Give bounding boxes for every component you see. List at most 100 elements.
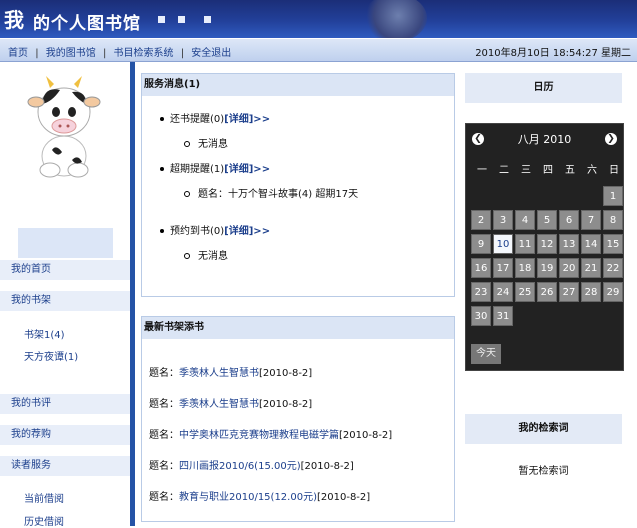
nav-separator: | <box>35 48 39 59</box>
calendar-day[interactable]: 22 <box>603 258 623 278</box>
calendar-day[interactable]: 23 <box>471 282 491 302</box>
message-label: 超期提醒(1) <box>170 164 225 175</box>
nav-separator: | <box>180 48 185 59</box>
header-title-char: 我 <box>4 8 24 32</box>
site-header: 我 的个人图书馆 <box>0 0 637 38</box>
message-group: 预约到书(0)[详细]>> <box>160 222 270 237</box>
calendar-day[interactable]: 30 <box>471 306 491 326</box>
calendar-day[interactable]: 11 <box>515 234 535 254</box>
service-messages-panel: 服务消息(1) 还书提醒(0)[详细]>> 无消息 超期提醒(1)[详细]>> … <box>141 73 455 297</box>
detail-link[interactable]: [详细]>> <box>224 226 270 237</box>
calendar-day[interactable]: 16 <box>471 258 491 278</box>
message-label: 还书提醒(0) <box>170 114 225 125</box>
new-books-panel: 最新书架添书 题名：季羡林人生智慧书[2010-8-2] 题名：季羡林人生智慧书… <box>141 316 455 522</box>
message-group: 超期提醒(1)[详细]>> <box>160 160 270 175</box>
search-terms-empty: 暂无检索词 <box>518 466 569 477</box>
sidebar-subitem-current-loans[interactable]: 当前借阅 <box>24 490 64 505</box>
calendar-day[interactable]: 17 <box>493 258 513 278</box>
book-link[interactable]: 中学奥林匹克竞赛物理教程电磁学篇 <box>179 430 339 441</box>
sidebar-item-home[interactable]: 我的首页 <box>0 260 130 280</box>
bullet-icon <box>160 229 164 233</box>
book-link[interactable]: 教育与职业2010/15(12.00元) <box>179 492 317 503</box>
book-date: [2010-8-2] <box>259 399 313 410</box>
calendar-day[interactable]: 29 <box>603 282 623 302</box>
message-sub: 题名：十万个智斗故事(4) 超期17天 <box>184 185 358 200</box>
message-sub-text: 无消息 <box>198 251 228 262</box>
book-prefix: 题名： <box>149 430 179 441</box>
calendar-day[interactable]: 28 <box>581 282 601 302</box>
calendar-day-today[interactable]: 10 <box>493 234 513 254</box>
message-sub-text: 无消息 <box>198 139 228 150</box>
calendar-day[interactable]: 15 <box>603 234 623 254</box>
calendar-weekday: 六 <box>587 165 597 176</box>
calendar-day[interactable]: 9 <box>471 234 491 254</box>
datetime-display: 2010年8月10日 18:54:27 星期二 <box>475 48 631 59</box>
list-item: 题名：季羡林人生智慧书[2010-8-2] <box>149 364 312 379</box>
calendar-day[interactable]: 12 <box>537 234 557 254</box>
panel-title: 最新书架添书 <box>142 317 454 339</box>
calendar-day[interactable]: 4 <box>515 210 535 230</box>
calendar-day[interactable]: 18 <box>515 258 535 278</box>
search-terms-title: 我的检索词 <box>465 414 622 444</box>
book-link[interactable]: 季羡林人生智慧书 <box>179 399 259 410</box>
message-label: 预约到书(0) <box>170 226 225 237</box>
circle-bullet-icon <box>184 253 190 259</box>
sidebar-item-reviews[interactable]: 我的书评 <box>0 394 130 414</box>
calendar-widget: ❮ 八月 2010 ❯ 一二三四五六日 1 2 3 4 5 6 7 8 9 10 11 12 13 14 1… <box>465 123 624 371</box>
nav-link-my-library[interactable]: 我的图书馆 <box>46 48 96 59</box>
book-prefix: 题名： <box>149 368 179 379</box>
nav-link-catalog-search[interactable]: 书目检索系统 <box>114 48 174 59</box>
calendar-weekday: 三 <box>521 165 531 176</box>
calendar-day[interactable]: 27 <box>559 282 579 302</box>
today-button[interactable]: 今天 <box>471 344 501 364</box>
calendar-weekday: 五 <box>565 165 575 176</box>
detail-link[interactable]: [详细]>> <box>224 164 270 175</box>
calendar-weekday: 二 <box>499 165 509 176</box>
calendar-day[interactable]: 14 <box>581 234 601 254</box>
sidebar-item-recommend[interactable]: 我的荐购 <box>0 425 130 445</box>
calendar-day[interactable]: 24 <box>493 282 513 302</box>
message-sub: 无消息 <box>184 135 228 150</box>
message-group: 还书提醒(0)[详细]>> <box>160 110 270 125</box>
calendar-day[interactable]: 5 <box>537 210 557 230</box>
calendar-day[interactable]: 7 <box>581 210 601 230</box>
bullet-icon <box>160 167 164 171</box>
circle-bullet-icon <box>184 141 190 147</box>
book-date: [2010-8-2] <box>339 430 393 441</box>
book-date: [2010-8-2] <box>316 492 371 503</box>
calendar-day[interactable]: 8 <box>603 210 623 230</box>
calendar-day[interactable]: 1 <box>603 186 623 206</box>
calendar-day[interactable]: 2 <box>471 210 491 230</box>
header-moon-image <box>363 0 427 38</box>
top-nav: 首页 | 我的图书馆 | 书目检索系统 | 安全退出 2010年8月10日 18… <box>0 39 637 62</box>
calendar-day[interactable]: 3 <box>493 210 513 230</box>
message-sub-text: 题名：十万个智斗故事(4) 超期17天 <box>198 189 359 200</box>
book-date: [2010-8-2] <box>259 368 313 379</box>
chevron-right-icon[interactable]: ❯ <box>605 133 617 145</box>
calendar-day[interactable]: 13 <box>559 234 579 254</box>
sidebar-subitem-arabian-nights[interactable]: 天方夜谭(1) <box>24 348 78 363</box>
list-item: 题名：教育与职业2010/15(12.00元)[2010-8-2] <box>149 488 370 503</box>
sidebar-subitem-shelf1[interactable]: 书架1(4) <box>24 326 65 341</box>
sidebar-placeholder <box>18 228 113 258</box>
sidebar-item-reader-service[interactable]: 读者服务 <box>0 456 130 476</box>
list-item: 题名：四川画报2010/6(15.00元)[2010-8-2] <box>149 457 354 472</box>
list-item: 题名：季羡林人生智慧书[2010-8-2] <box>149 395 312 410</box>
nav-link-logout[interactable]: 安全退出 <box>191 48 231 59</box>
calendar-weekday: 日 <box>609 165 619 176</box>
calendar-day[interactable]: 20 <box>559 258 579 278</box>
header-decoration <box>178 16 185 23</box>
calendar-day[interactable]: 31 <box>493 306 513 326</box>
calendar-day[interactable]: 21 <box>581 258 601 278</box>
calendar-day[interactable]: 26 <box>537 282 557 302</box>
calendar-day[interactable]: 6 <box>559 210 579 230</box>
nav-link-home[interactable]: 首页 <box>8 48 28 59</box>
calendar-day[interactable]: 19 <box>537 258 557 278</box>
nav-separator: | <box>102 48 107 59</box>
calendar-day[interactable]: 25 <box>515 282 535 302</box>
detail-link[interactable]: [详细]>> <box>224 114 270 125</box>
sidebar-item-bookshelf[interactable]: 我的书架 <box>0 291 130 311</box>
calendar-title: 日历 <box>465 73 622 103</box>
book-link[interactable]: 季羡林人生智慧书 <box>179 368 259 379</box>
book-link[interactable]: 四川画报2010/6(15.00元) <box>179 461 301 472</box>
